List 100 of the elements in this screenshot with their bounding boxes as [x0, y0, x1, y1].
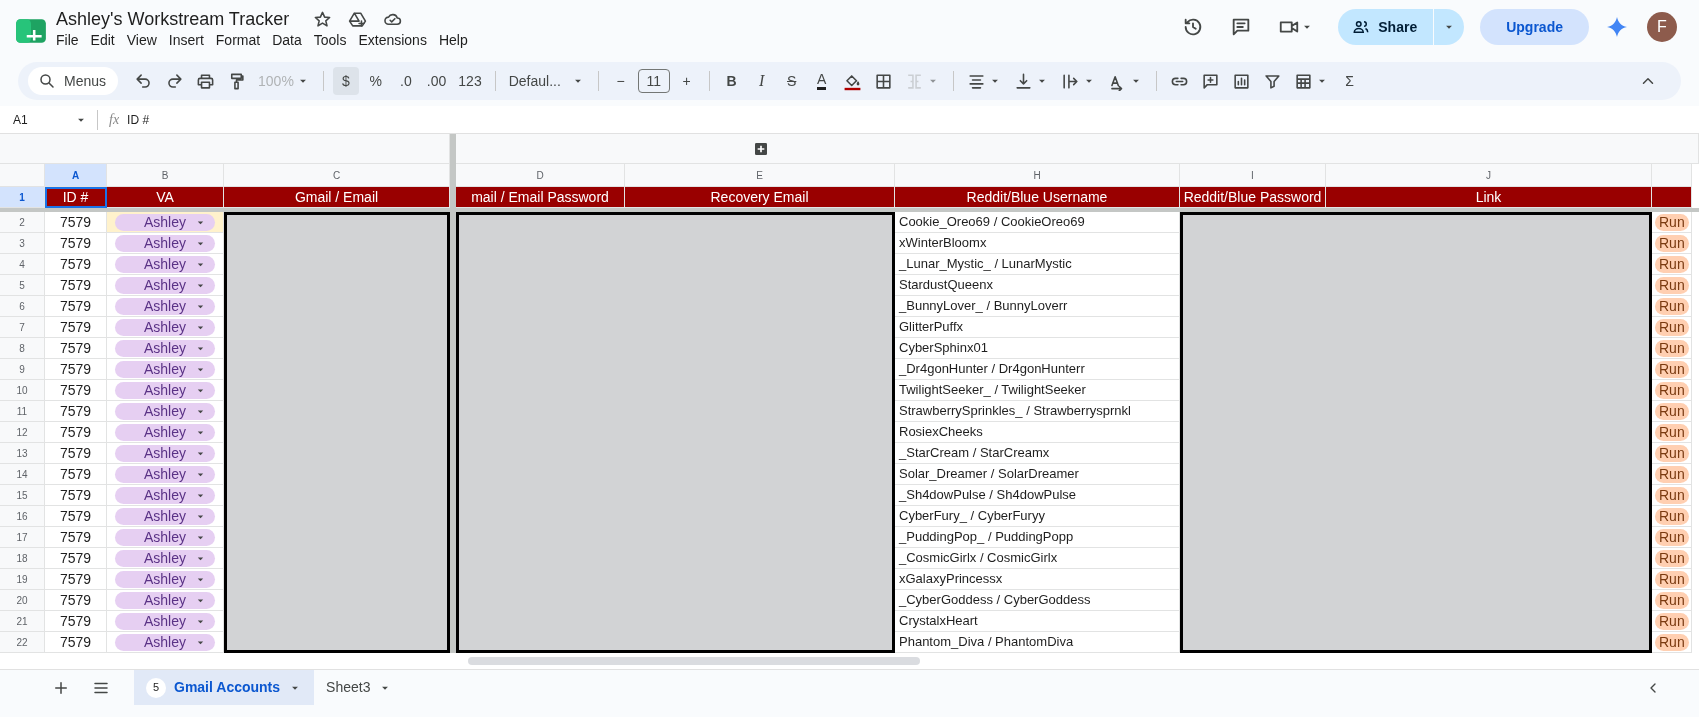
row-header[interactable]: 10: [0, 380, 45, 401]
borders-icon[interactable]: [873, 71, 893, 91]
toolbar-button[interactable]: +: [673, 67, 700, 95]
sheet-tab[interactable]: 5 Gmail Accounts: [134, 670, 315, 705]
status-chip[interactable]: Run: [1655, 528, 1689, 546]
row-header[interactable]: 16: [0, 506, 45, 527]
menu-item[interactable]: Help: [432, 30, 474, 50]
dropdown-chip[interactable]: Ashley: [115, 486, 215, 504]
row-header[interactable]: 9: [0, 359, 45, 380]
status-chip[interactable]: Run: [1655, 549, 1689, 567]
status-chip[interactable]: Run: [1655, 633, 1689, 651]
status-chip[interactable]: Run: [1655, 381, 1689, 399]
dropdown-chip[interactable]: Ashley: [115, 213, 215, 231]
menu-item[interactable]: Insert: [162, 30, 210, 50]
toolbar-button[interactable]: 123: [454, 67, 486, 95]
star-icon[interactable]: [313, 9, 333, 29]
dropdown-chip[interactable]: Ashley: [115, 360, 215, 378]
menu-item[interactable]: Format: [209, 30, 267, 50]
status-chip[interactable]: Run: [1655, 591, 1689, 609]
dropdown-chip[interactable]: Ashley: [115, 234, 215, 252]
row-header[interactable]: 22: [0, 632, 45, 653]
column-header[interactable]: A: [45, 164, 107, 187]
status-chip[interactable]: Run: [1655, 234, 1689, 252]
print-icon[interactable]: [196, 71, 216, 91]
row-header[interactable]: 13: [0, 443, 45, 464]
dropdown-button[interactable]: Defaul...: [504, 67, 589, 95]
row-header[interactable]: 14: [0, 464, 45, 485]
dropdown-chip[interactable]: Ashley: [115, 591, 215, 609]
dropdown-chip[interactable]: Ashley: [115, 402, 215, 420]
row-header[interactable]: 19: [0, 569, 45, 590]
row-header[interactable]: 20: [0, 590, 45, 611]
column-header[interactable]: C: [224, 164, 450, 187]
status-chip[interactable]: Run: [1655, 507, 1689, 525]
status-chip[interactable]: Run: [1655, 612, 1689, 630]
formula-field[interactable]: ID #: [127, 110, 150, 129]
row-header[interactable]: 18: [0, 548, 45, 569]
add-comment-icon[interactable]: [1200, 71, 1220, 91]
menu-item[interactable]: Edit: [84, 30, 121, 50]
status-chip[interactable]: Run: [1655, 255, 1689, 273]
toolbar-button[interactable]: %: [362, 67, 389, 95]
dropdown-chip[interactable]: Ashley: [115, 276, 215, 294]
row-header[interactable]: 1: [0, 187, 45, 208]
move-icon[interactable]: [348, 9, 368, 29]
row-header[interactable]: 15: [0, 485, 45, 506]
dropdown-chip[interactable]: Ashley: [115, 633, 215, 651]
status-chip[interactable]: Run: [1655, 297, 1689, 315]
font-size-field[interactable]: 11: [637, 69, 670, 93]
status-chip[interactable]: Run: [1655, 486, 1689, 504]
dropdown-chip[interactable]: Ashley: [115, 339, 215, 357]
column-header[interactable]: D: [456, 164, 625, 187]
column-header[interactable]: E: [625, 164, 895, 187]
status-chip[interactable]: Run: [1655, 318, 1689, 336]
status-chip[interactable]: Run: [1655, 213, 1689, 231]
dropdown-chip[interactable]: Ashley: [115, 255, 215, 273]
menu-item[interactable]: File: [50, 30, 85, 50]
toolbar-button[interactable]: $: [332, 67, 359, 95]
column-header[interactable]: J: [1326, 164, 1652, 187]
column-header[interactable]: H: [895, 164, 1180, 187]
upgrade-button[interactable]: Upgrade: [1480, 9, 1589, 45]
status-chip[interactable]: Run: [1655, 465, 1689, 483]
toolbar-button[interactable]: −: [607, 67, 634, 95]
toolbar-button[interactable]: Σ: [1336, 67, 1363, 95]
expand-group-icon[interactable]: [753, 140, 769, 157]
toolbar-button[interactable]: .00: [422, 67, 451, 95]
toolbar-button[interactable]: S: [778, 67, 805, 95]
name-box[interactable]: A1: [0, 110, 92, 129]
dropdown-chip[interactable]: Ashley: [115, 528, 215, 546]
document-title[interactable]: Ashley's Workstream Tracker: [56, 8, 290, 30]
status-chip[interactable]: Run: [1655, 570, 1689, 588]
share-button[interactable]: Share: [1338, 9, 1434, 45]
menu-item[interactable]: Extensions: [352, 30, 433, 50]
avatar[interactable]: F: [1647, 12, 1677, 42]
toolbar-button[interactable]: B: [718, 67, 745, 95]
status-chip[interactable]: Run: [1655, 276, 1689, 294]
row-header[interactable]: 5: [0, 275, 45, 296]
column-header[interactable]: I: [1180, 164, 1326, 187]
dropdown-chip[interactable]: Ashley: [115, 507, 215, 525]
dropdown-chip[interactable]: Ashley: [115, 549, 215, 567]
status-chip[interactable]: Run: [1655, 423, 1689, 441]
menu-search-field[interactable]: Menus: [28, 67, 119, 95]
status-chip[interactable]: Run: [1655, 402, 1689, 420]
row-header[interactable]: 11: [0, 401, 45, 422]
column-header[interactable]: B: [107, 164, 224, 187]
status-chip[interactable]: Run: [1655, 444, 1689, 462]
row-header[interactable]: 17: [0, 527, 45, 548]
sheet-tab[interactable]: Sheet3: [314, 670, 405, 705]
chart-icon[interactable]: [1231, 71, 1251, 91]
menu-item[interactable]: View: [120, 30, 163, 50]
row-header[interactable]: 4: [0, 254, 45, 275]
toolbar-button[interactable]: .0: [392, 67, 419, 95]
status-chip[interactable]: Run: [1655, 339, 1689, 357]
toolbar-button[interactable]: I: [748, 67, 775, 95]
dropdown-chip[interactable]: Ashley: [115, 297, 215, 315]
dropdown-chip[interactable]: Ashley: [115, 612, 215, 630]
dropdown-chip[interactable]: Ashley: [115, 381, 215, 399]
row-header[interactable]: 12: [0, 422, 45, 443]
row-header[interactable]: 6: [0, 296, 45, 317]
row-header[interactable]: 8: [0, 338, 45, 359]
row-header[interactable]: 2: [0, 212, 45, 233]
dropdown-chip[interactable]: Ashley: [115, 423, 215, 441]
